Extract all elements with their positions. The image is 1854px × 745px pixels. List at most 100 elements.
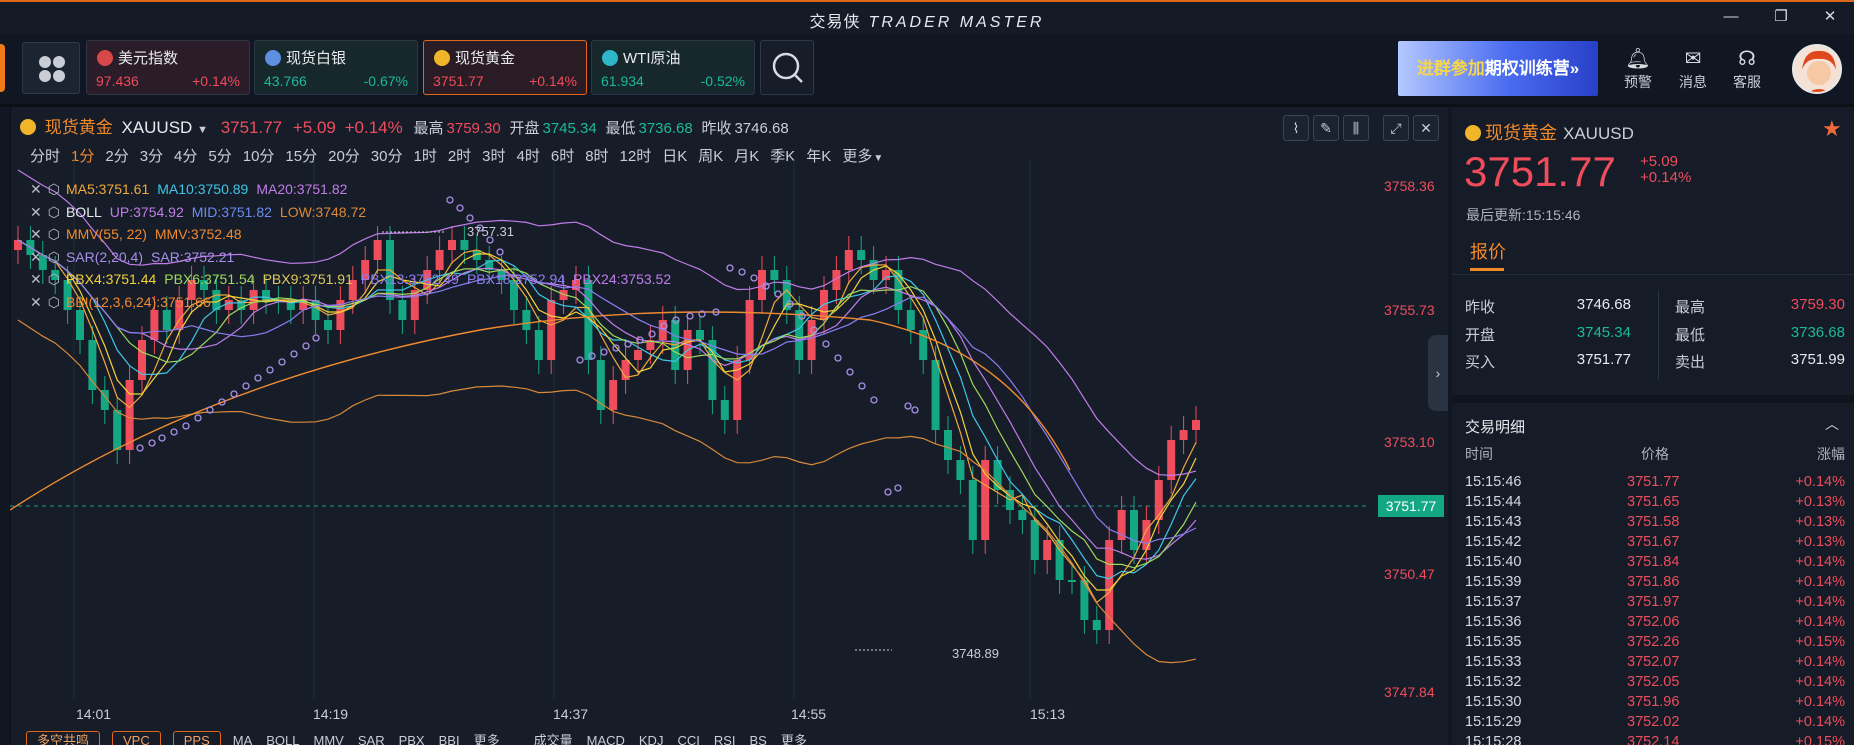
indicator-value: MID:3751.82: [191, 203, 272, 220]
sar-dot: [302, 342, 310, 350]
close-icon: ✕: [1420, 120, 1432, 136]
restore-button[interactable]: ❐: [1766, 5, 1796, 29]
main-indicator-tab[interactable]: MA: [233, 733, 253, 745]
strategy-pill[interactable]: PPS: [172, 731, 221, 745]
sar-dot: [894, 484, 902, 492]
candle-type-button[interactable]: ⫼: [1343, 115, 1369, 141]
ticker-card[interactable]: WTI原油 61.934 -0.52%: [591, 40, 755, 95]
ticker-card[interactable]: 美元指数 97.436 +0.14%: [86, 40, 250, 95]
minimize-button[interactable]: —: [1716, 5, 1746, 29]
oil-icon: [602, 50, 618, 66]
settings-icon[interactable]: ⬡: [48, 249, 60, 265]
settings-icon[interactable]: ⬡: [48, 204, 60, 220]
candle-body: [596, 360, 605, 410]
indicator-row: ✕ ⬡ PBX4:3751.44 PBX6:3751.54 PBX9:3751.91 PB…: [30, 268, 679, 291]
symbol-dropdown-icon[interactable]: ▼: [197, 124, 208, 136]
indicator-value: SAR(2,20,4): [65, 248, 144, 265]
y-tick-label: 3747.84: [1384, 684, 1435, 700]
close-chart-button[interactable]: ✕: [1413, 115, 1439, 141]
indicator-row: ✕ ⬡ BOLL UP:3754.92 MID:3751.82 LOW:3748.72: [30, 201, 679, 224]
trade-row: 15:15:46 3751.77 +0.14%: [1465, 474, 1845, 490]
sub-indicator-tab[interactable]: KDJ: [639, 733, 664, 745]
candle-body: [522, 310, 531, 330]
settings-icon[interactable]: ⬡: [48, 226, 60, 242]
y-tick-label: 3750.47: [1384, 566, 1435, 582]
user-avatar[interactable]: [1792, 44, 1842, 94]
main-indicator-tab[interactable]: BOLL: [266, 733, 299, 745]
main-indicator-tab[interactable]: 更多: [474, 733, 500, 745]
close-icon[interactable]: ✕: [30, 181, 42, 197]
sar-dot: [254, 374, 262, 382]
close-icon[interactable]: ✕: [30, 271, 42, 287]
sub-indicator-tab[interactable]: RSI: [714, 733, 736, 745]
collapse-panel-button[interactable]: ›: [1428, 335, 1448, 411]
side-tab-indicator[interactable]: [0, 44, 5, 92]
search-icon: [772, 52, 803, 83]
symbol-name[interactable]: 现货黄金: [45, 118, 113, 137]
favorite-star-icon[interactable]: ★: [1822, 116, 1842, 142]
candle-body: [534, 330, 543, 360]
main-indicator-tab[interactable]: PBX: [399, 733, 425, 745]
main-indicator-tab[interactable]: SAR: [358, 733, 385, 745]
indicator-value: MA20:3751.82: [256, 181, 348, 197]
headset-icon: ☊: [1738, 48, 1756, 70]
settings-icon[interactable]: ⬡: [48, 181, 60, 197]
strategy-pill[interactable]: VPC: [112, 731, 161, 745]
candle-body: [1092, 620, 1101, 630]
candle-body: [1192, 420, 1200, 430]
strategy-pill[interactable]: 多空共鸣: [26, 731, 101, 745]
line-draw-button[interactable]: ⌇: [1283, 115, 1309, 141]
alert-button[interactable]: 🔔︎ 预警: [1613, 46, 1663, 92]
main-indicator-tab[interactable]: MMV: [314, 733, 344, 745]
sar-dot: [904, 402, 912, 410]
sub-indicator-tab[interactable]: MACD: [587, 733, 625, 745]
settings-icon[interactable]: ⬡: [48, 271, 60, 287]
quote-price: 3751.77: [1464, 148, 1616, 195]
settings-icon[interactable]: ⬡: [48, 294, 60, 310]
symbol-code[interactable]: XAUUSD: [121, 118, 192, 137]
close-icon[interactable]: ✕: [30, 249, 42, 265]
line-chart-icon: ⌇: [1292, 120, 1300, 136]
close-icon[interactable]: ✕: [30, 226, 42, 242]
sar-dot: [290, 350, 298, 358]
promo-banner[interactable]: 进群参加期权训练营»: [1398, 41, 1598, 96]
close-window-button[interactable]: ✕: [1815, 5, 1845, 29]
sar-dot: [242, 382, 250, 390]
expand-chart-button[interactable]: ⤢: [1383, 115, 1409, 141]
expand-icon: ⤢: [1390, 120, 1402, 136]
support-button[interactable]: ☊ 客服: [1722, 46, 1772, 92]
close-icon[interactable]: ✕: [30, 204, 42, 220]
main-indicator-tab[interactable]: BBI: [439, 733, 460, 745]
sar-dot: [182, 422, 190, 430]
indicator-value: PBX18:3752.94: [466, 271, 566, 287]
messages-button[interactable]: ✉ 消息: [1668, 46, 1718, 92]
candle-body: [906, 310, 915, 330]
app-grid-button[interactable]: [22, 42, 80, 94]
sub-indicator-tab[interactable]: BS: [750, 733, 767, 745]
chart-change-pct: +0.14%: [344, 118, 403, 137]
silver-icon: [265, 50, 281, 66]
indicator-row: ✕ ⬡ MMV(55, 22) MMV:3752.48: [30, 223, 679, 246]
sub-indicator-tab[interactable]: CCI: [677, 733, 699, 745]
ticker-card[interactable]: 现货黄金 3751.77 +0.14%: [423, 40, 587, 95]
candle-body: [1043, 540, 1052, 560]
candle-body: [150, 310, 159, 340]
pen-tool-button[interactable]: ✎: [1313, 115, 1339, 141]
divider: [1452, 274, 1854, 275]
indicator-value: PBX9:3751.91: [262, 271, 353, 287]
search-button[interactable]: [760, 40, 814, 95]
close-icon[interactable]: ✕: [30, 294, 42, 310]
chevron-up-icon[interactable]: ︿: [1825, 414, 1839, 434]
y-tick-label: 3755.73: [1384, 302, 1435, 318]
tab-quote[interactable]: 报价: [1470, 238, 1506, 264]
chart-open: 3745.34: [542, 120, 597, 137]
indicator-row: ✕ ⬡ BBI(12,3,6,24):3751.66: [30, 291, 679, 314]
ticker-card[interactable]: 现货白银 43.766 -0.67%: [254, 40, 418, 95]
candle-body: [720, 400, 729, 420]
sub-indicator-tab[interactable]: 更多: [781, 733, 807, 745]
candle-body: [609, 380, 618, 410]
chart-low: 3736.68: [638, 120, 693, 137]
sar-dot: [278, 358, 286, 366]
sub-indicator-tab[interactable]: 成交量: [534, 733, 573, 745]
candle-body: [76, 310, 84, 340]
